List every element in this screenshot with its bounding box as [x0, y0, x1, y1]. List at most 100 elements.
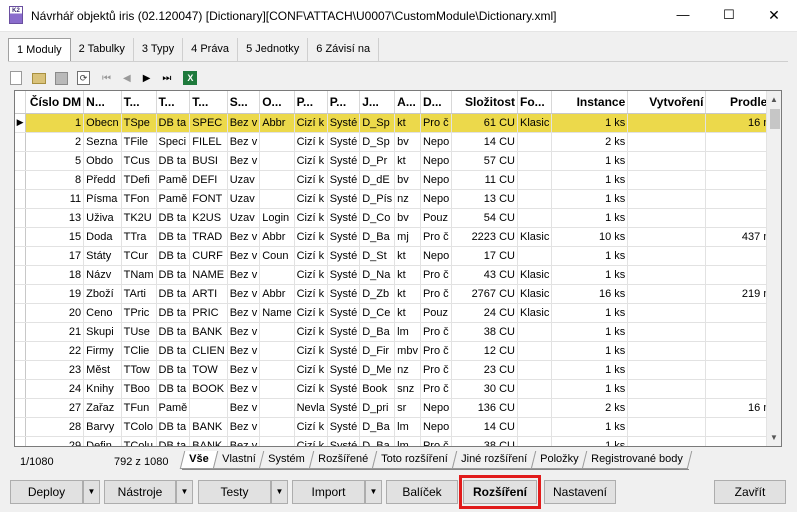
- row-indicator[interactable]: [15, 341, 27, 361]
- table-cell[interactable]: Předd: [83, 170, 122, 190]
- table-cell[interactable]: Cizí k: [294, 246, 328, 266]
- table-cell[interactable]: TTow: [121, 360, 157, 380]
- table-cell[interactable]: Cizí k: [294, 208, 328, 228]
- table-cell[interactable]: Bez v: [227, 322, 261, 342]
- table-cell[interactable]: Bez v: [227, 360, 261, 380]
- tools-button[interactable]: Nástroje: [104, 480, 176, 504]
- table-cell[interactable]: DB ta: [156, 284, 191, 304]
- table-cell[interactable]: 1 ks: [551, 322, 629, 342]
- table-cell[interactable]: Book: [359, 379, 396, 399]
- table-cell[interactable]: FILEL: [189, 132, 228, 152]
- table-cell[interactable]: Cizí k: [294, 436, 328, 446]
- table-cell[interactable]: [627, 303, 707, 323]
- table-cell[interactable]: D_Me: [359, 360, 396, 380]
- column-header[interactable]: D...: [420, 91, 453, 114]
- table-cell[interactable]: Názv: [83, 265, 122, 285]
- table-cell[interactable]: Systé: [327, 170, 361, 190]
- table-row[interactable]: 8 Předd TDefi Pamě DEFI Uzav Cizí k Systé D_dE bv…: [15, 170, 781, 190]
- new-document-icon[interactable]: [10, 71, 22, 85]
- column-header[interactable]: T...: [156, 91, 191, 114]
- table-cell[interactable]: [627, 284, 707, 304]
- table-cell[interactable]: 1 ks: [551, 151, 629, 171]
- filter-tab-system[interactable]: Systém: [258, 451, 315, 469]
- row-indicator[interactable]: [15, 303, 27, 323]
- table-cell[interactable]: D_Ba: [359, 436, 396, 446]
- table-cell[interactable]: Systé: [327, 379, 361, 399]
- table-cell[interactable]: Bez v: [227, 303, 261, 323]
- table-cell[interactable]: [517, 208, 553, 228]
- table-cell[interactable]: 1 ks: [551, 341, 629, 361]
- table-cell[interactable]: Systé: [327, 113, 361, 133]
- table-cell[interactable]: Cizí k: [294, 227, 328, 247]
- table-cell[interactable]: Bez v: [227, 132, 261, 152]
- table-cell[interactable]: 1 ks: [551, 303, 629, 323]
- table-cell[interactable]: Systé: [327, 341, 361, 361]
- table-cell[interactable]: Cizí k: [294, 170, 328, 190]
- table-cell[interactable]: Nepo: [420, 189, 453, 209]
- table-cell[interactable]: Nepo: [420, 170, 453, 190]
- table-cell[interactable]: TFile: [121, 132, 157, 152]
- table-cell[interactable]: Bez v: [227, 417, 261, 437]
- table-row[interactable]: 13 Uživa TK2U DB ta K2US Uzav Login Cizí k Systé…: [15, 208, 781, 228]
- table-row[interactable]: 22 Firmy TClie DB ta CLIEN Bez v Cizí k Systé D_…: [15, 341, 781, 361]
- table-cell[interactable]: TPric: [121, 303, 157, 323]
- table-cell[interactable]: [627, 132, 707, 152]
- filter-tab-rozsirene[interactable]: Rozšířené: [308, 451, 378, 469]
- table-cell[interactable]: Cizí k: [294, 360, 328, 380]
- table-cell[interactable]: 38 CU: [451, 322, 518, 342]
- table-cell[interactable]: Bez v: [227, 227, 261, 247]
- table-cell[interactable]: D_Co: [359, 208, 396, 228]
- row-indicator[interactable]: [15, 284, 27, 304]
- table-cell[interactable]: [517, 360, 553, 380]
- table-cell[interactable]: [259, 360, 295, 380]
- table-cell[interactable]: DB ta: [156, 417, 191, 437]
- table-row[interactable]: 18 Názv TNam DB ta NAME Bez v Cizí k Systé D_Na k…: [15, 265, 781, 285]
- table-cell[interactable]: [627, 322, 707, 342]
- table-cell[interactable]: 12 CU: [451, 341, 518, 361]
- table-cell[interactable]: 1 ks: [551, 246, 629, 266]
- table-cell[interactable]: Bez v: [227, 265, 261, 285]
- table-cell[interactable]: Sezna: [83, 132, 122, 152]
- table-cell[interactable]: [517, 398, 553, 418]
- table-row[interactable]: 28 Barvy TColo DB ta BANK Bez v Cizí k Systé D_B…: [15, 417, 781, 437]
- table-cell[interactable]: lm: [394, 436, 421, 446]
- table-cell[interactable]: DB ta: [156, 303, 191, 323]
- table-cell[interactable]: [517, 322, 553, 342]
- open-folder-icon[interactable]: [32, 72, 46, 84]
- table-cell[interactable]: Systé: [327, 151, 361, 171]
- table-cell[interactable]: Zboží: [83, 284, 122, 304]
- table-cell[interactable]: 1 ks: [551, 417, 629, 437]
- table-cell[interactable]: 19: [25, 284, 85, 304]
- table-cell[interactable]: [517, 379, 553, 399]
- tab-jednotky[interactable]: 5 Jednotky: [238, 38, 309, 62]
- table-cell[interactable]: [627, 189, 707, 209]
- table-cell[interactable]: Systé: [327, 189, 361, 209]
- table-cell[interactable]: Coun: [259, 246, 295, 266]
- table-cell[interactable]: TRAD: [189, 227, 228, 247]
- filter-tab-polozky[interactable]: Položky: [530, 451, 588, 469]
- table-cell[interactable]: [517, 246, 553, 266]
- table-cell[interactable]: 1 ks: [551, 360, 629, 380]
- table-cell[interactable]: Pamě: [156, 398, 191, 418]
- table-cell[interactable]: BANK: [189, 436, 228, 446]
- table-cell[interactable]: TUse: [121, 322, 157, 342]
- table-cell[interactable]: Speci: [156, 132, 191, 152]
- table-cell[interactable]: 2 ks: [551, 398, 629, 418]
- table-cell[interactable]: 57 CU: [451, 151, 518, 171]
- maximize-button[interactable]: ☐: [706, 0, 752, 31]
- row-indicator[interactable]: [15, 227, 27, 247]
- row-indicator[interactable]: [15, 208, 27, 228]
- row-indicator[interactable]: [15, 265, 27, 285]
- first-record-icon[interactable]: ⏮: [102, 73, 111, 84]
- row-indicator[interactable]: ▶: [15, 113, 27, 133]
- table-cell[interactable]: [259, 265, 295, 285]
- table-cell[interactable]: 2 ks: [551, 132, 629, 152]
- table-cell[interactable]: DB ta: [156, 227, 191, 247]
- table-cell[interactable]: Pro č: [420, 113, 453, 133]
- table-cell[interactable]: DB ta: [156, 379, 191, 399]
- table-cell[interactable]: [189, 398, 228, 418]
- table-cell[interactable]: DB ta: [156, 436, 191, 446]
- table-cell[interactable]: nz: [394, 360, 421, 380]
- table-cell[interactable]: Cizí k: [294, 341, 328, 361]
- table-cell[interactable]: D_Ba: [359, 417, 396, 437]
